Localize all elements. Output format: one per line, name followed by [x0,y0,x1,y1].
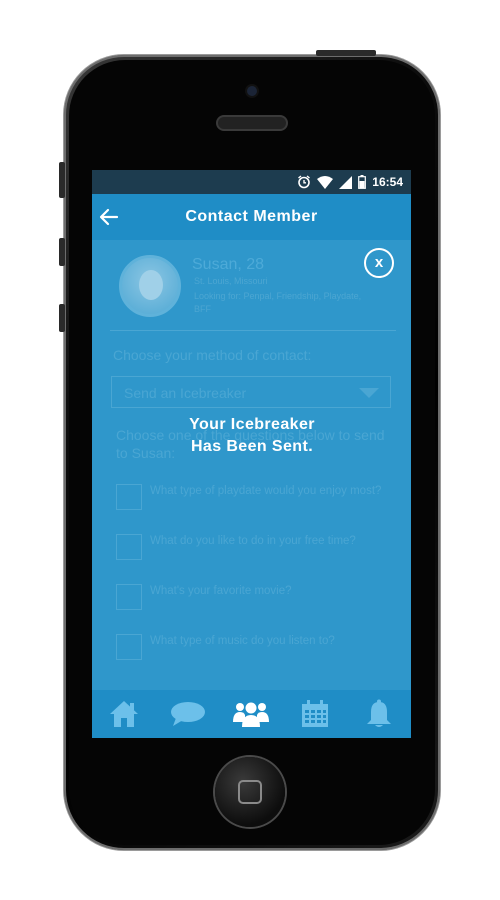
contact-method-label: Choose your method of contact: [113,347,312,363]
page-title: Contact Member [185,208,318,225]
question-text: What's your favorite movie? [150,585,292,597]
question-checkbox[interactable] [116,534,142,560]
confirmation-line-1: Your Icebreaker [189,416,315,433]
signal-icon [339,175,353,189]
question-item[interactable]: What type of music do you listen to? [116,634,386,664]
calendar-icon [302,700,329,727]
confirmation-message: Your Icebreaker Has Been Sent. [122,414,382,458]
home-icon [109,701,138,727]
volume-down-button [59,304,65,332]
volume-switch [59,162,65,198]
member-location: St. Louis, Missouri [194,276,268,286]
bottom-nav [92,690,411,738]
contact-form: Susan, 28 St. Louis, Missouri Looking fo… [92,240,411,690]
member-name: Susan, 28 [192,256,265,273]
member-looking-for: Looking for: Penpal, Friendship, Playdat… [194,291,362,314]
divider [110,330,396,331]
app-header: Contact Member [92,194,411,240]
front-camera [247,86,257,96]
question-checkbox[interactable] [116,484,142,510]
nav-messages[interactable] [163,694,213,734]
alarm-icon [298,175,311,189]
question-item[interactable]: What's your favorite movie? [116,584,386,614]
nav-home[interactable] [99,694,149,734]
member-avatar [119,255,181,317]
chat-icon [170,702,205,726]
confirmation-line-2: Has Been Sent. [190,438,314,455]
question-text: What do you like to do in your free time… [150,535,356,547]
question-item[interactable]: What do you like to do in your free time… [116,534,386,564]
avatar-face [139,270,163,300]
question-checkbox[interactable] [116,634,142,660]
question-text: What type of playdate would you enjoy mo… [150,485,382,497]
earpiece-speaker [218,117,286,129]
close-button[interactable]: x [364,248,394,278]
nav-members[interactable] [226,694,276,734]
question-text: What type of music do you listen to? [150,635,335,647]
home-button[interactable] [215,757,285,827]
status-time: 16:54 [372,175,403,189]
nav-calendar[interactable] [290,694,340,734]
question-item[interactable]: What type of playdate would you enjoy mo… [116,484,386,514]
side-button-top [316,50,376,56]
status-bar: 16:54 [92,170,411,194]
contact-method-value: Send an Icebreaker [124,385,247,401]
wifi-icon [317,175,334,189]
nav-notifications[interactable] [354,694,404,734]
phone-screen: 16:54 Contact Member Susan, 28 St. Louis… [92,170,411,738]
battery-icon [358,175,367,189]
contact-method-select[interactable]: Send an Icebreaker [111,376,391,408]
caret-down-icon [359,388,379,398]
question-checkbox[interactable] [116,584,142,610]
home-button-square-icon [238,780,262,804]
bell-icon [367,699,392,727]
volume-up-button [59,238,65,266]
group-icon [233,702,270,727]
